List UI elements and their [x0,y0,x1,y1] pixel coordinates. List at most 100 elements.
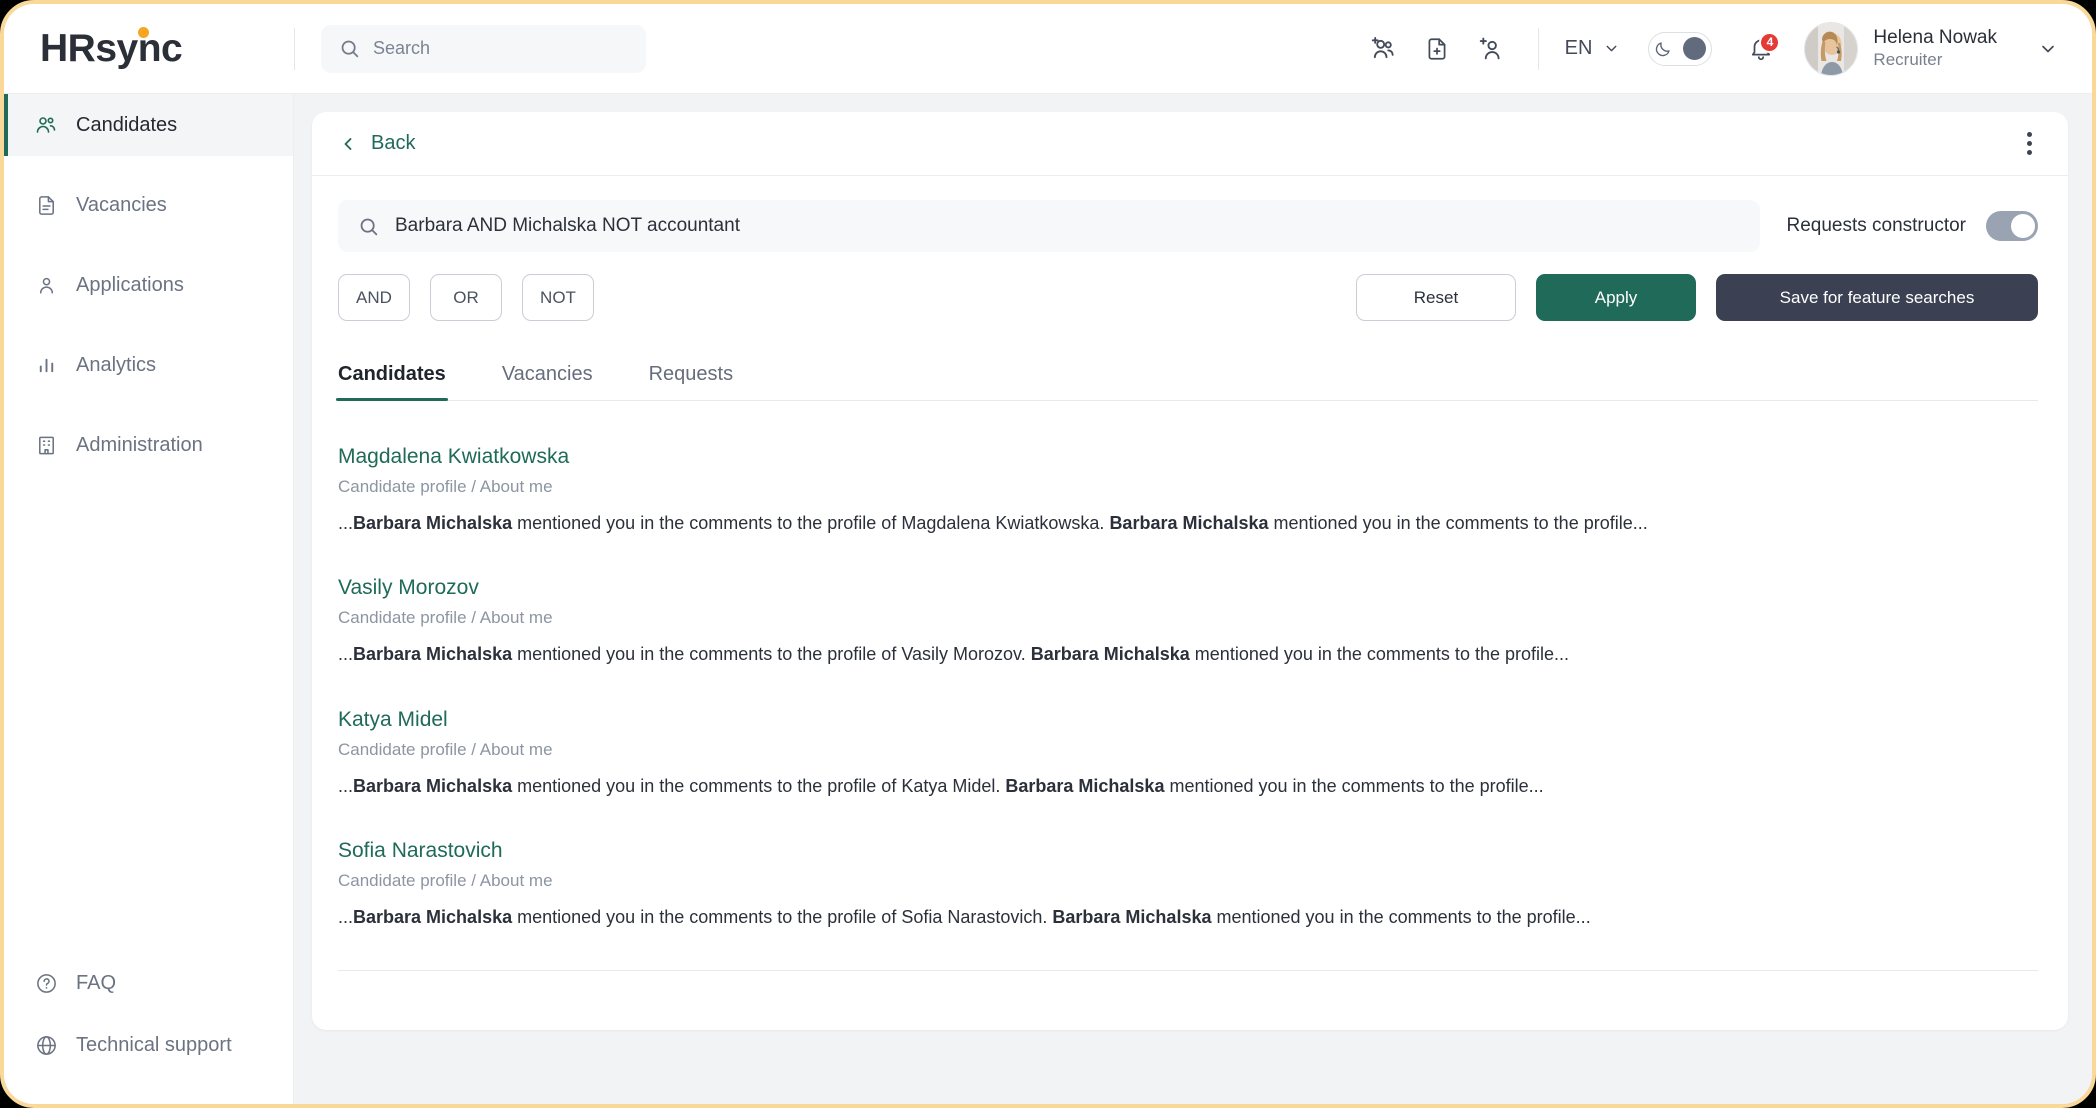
globe-icon [34,1034,58,1057]
chevron-left-icon [338,134,358,154]
requests-constructor-toggle[interactable] [1986,211,2038,241]
nav-gap [4,396,293,414]
query-input[interactable] [395,215,1741,237]
sidebar-item-label: Administration [76,433,203,456]
operator-or-button[interactable]: OR [430,274,502,321]
user-menu[interactable]: Helena Nowak Recruiter [1804,21,2058,76]
snippet-mid: mentioned you in the comments to the pro… [512,513,1110,533]
sidebar-item-vacancies[interactable]: Vacancies [4,174,293,236]
app-logo[interactable]: HRsync [4,4,294,93]
header-divider [294,27,295,70]
snippet-highlight: Barbara Michalska [1052,906,1212,927]
result-title-link[interactable]: Sofia Narastovich [338,839,503,863]
logo-text: HRsync [40,27,183,70]
tab-vacancies[interactable]: Vacancies [502,363,593,400]
chevron-down-icon [1603,40,1620,57]
header-actions: EN 4 Helena Nowak Recruiter [1356,4,2092,93]
header-divider-2 [1537,27,1539,70]
top-header: HRsync Search EN 4 Helena Nowak Recruite… [4,4,2092,94]
sidebar-item-applications[interactable]: Applications [4,254,293,316]
global-search[interactable] [321,24,646,73]
snippet-highlight: Barbara Michalska [353,644,513,665]
result-snippet: ...Barbara Michalska mentioned you in th… [338,511,2038,535]
nav-gap [4,156,293,174]
operator-and-button[interactable]: AND [338,274,410,321]
kebab-menu-icon[interactable] [2019,124,2040,163]
notification-badge: 4 [1759,31,1781,53]
result-item: Magdalena Kwiatkowska Candidate profile … [338,445,2038,535]
sidebar-item-technical-support[interactable]: Technical support [4,1014,293,1076]
query-search-box[interactable] [338,200,1761,252]
result-breadcrumb: Candidate profile / About me [338,477,553,496]
result-item: Katya Midel Candidate profile / About me… [338,708,2038,798]
snippet-pre: ... [338,513,354,533]
snippet-pre: ... [338,644,354,665]
language-label: EN [1564,37,1593,59]
snippet-post: mentioned you in the comments to the pro… [1268,513,1648,533]
sidebar-item-faq[interactable]: FAQ [4,952,293,1014]
snippet-pre: ... [338,775,354,796]
user-chevron-down-icon[interactable] [2038,39,2058,59]
search-icon [358,216,379,237]
snippet-highlight: Barbara Michalska [353,513,513,533]
snippet-post: mentioned you in the comments to the pro… [1211,906,1591,927]
snippet-mid: mentioned you in the comments to the pro… [512,906,1053,927]
result-item: Sofia Narastovich Candidate profile / Ab… [338,839,2038,929]
help-circle-icon [34,972,58,995]
result-title-link[interactable]: Katya Midel [338,708,448,732]
add-group-icon[interactable] [1356,22,1410,76]
add-user-icon[interactable] [1464,22,1518,76]
document-icon [34,194,58,217]
language-selector[interactable]: EN [1559,37,1627,60]
search-input[interactable] [373,38,628,59]
snippet-highlight: Barbara Michalska [1005,775,1165,796]
results-divider [338,970,2038,972]
result-title-link[interactable]: Vasily Morozov [338,576,479,600]
requests-constructor-group: Requests constructor [1786,211,2038,241]
card-header: Back [312,112,2068,176]
sidebar-item-candidates[interactable]: Candidates [4,94,293,156]
search-card: Back Requests constructor [312,112,2068,1030]
result-breadcrumb: Candidate profile / About me [338,870,553,890]
result-tabs: Candidates Vacancies Requests [336,363,2038,401]
result-title-link[interactable]: Magdalena Kwiatkowska [338,445,569,469]
operator-not-button[interactable]: NOT [522,274,594,321]
search-icon [339,38,360,59]
sidebar-item-label: Technical support [76,1033,232,1056]
reset-button[interactable]: Reset [1356,274,1516,321]
sidebar-bottom-nav: FAQ Technical support [4,952,293,1104]
back-label: Back [371,132,416,154]
nav-gap [4,236,293,254]
requests-constructor-label: Requests constructor [1786,215,1966,236]
snippet-mid: mentioned you in the comments to the pro… [512,644,1031,665]
nav-gap [4,316,293,334]
sidebar-item-administration[interactable]: Administration [4,414,293,476]
snippet-post: mentioned you in the comments to the pro… [1189,644,1570,665]
people-icon [34,113,58,137]
snippet-highlight: Barbara Michalska [1030,644,1190,665]
add-document-icon[interactable] [1410,22,1464,76]
sidebar-item-label: Analytics [76,353,157,376]
toggle-knob [1683,37,1707,60]
snippet-mid: mentioned you in the comments to the pro… [512,775,1006,796]
result-snippet: ...Barbara Michalska mentioned you in th… [338,642,2038,666]
dark-mode-toggle[interactable] [1648,31,1713,66]
operators-row: AND OR NOT Reset Apply Save for feature … [338,274,2038,321]
apply-button[interactable]: Apply [1536,274,1696,321]
notifications-button[interactable]: 4 [1734,22,1788,76]
tab-requests[interactable]: Requests [649,363,734,400]
save-search-button[interactable]: Save for feature searches [1716,274,2038,321]
building-icon [34,434,58,457]
sidebar-item-analytics[interactable]: Analytics [4,334,293,396]
query-row: Requests constructor [338,200,2038,252]
snippet-highlight: Barbara Michalska [353,906,513,927]
logo-dot-icon [138,27,149,38]
result-breadcrumb: Candidate profile / About me [338,739,553,759]
back-button[interactable]: Back [338,132,415,155]
tab-candidates[interactable]: Candidates [336,363,448,401]
sidebar: Candidates Vacancies Applications Analyt… [4,94,294,1104]
sidebar-item-label: Vacancies [76,193,167,216]
user-role: Recruiter [1873,50,1943,70]
results-list: Magdalena Kwiatkowska Candidate profile … [338,401,2038,972]
sidebar-item-label: Candidates [76,113,178,136]
